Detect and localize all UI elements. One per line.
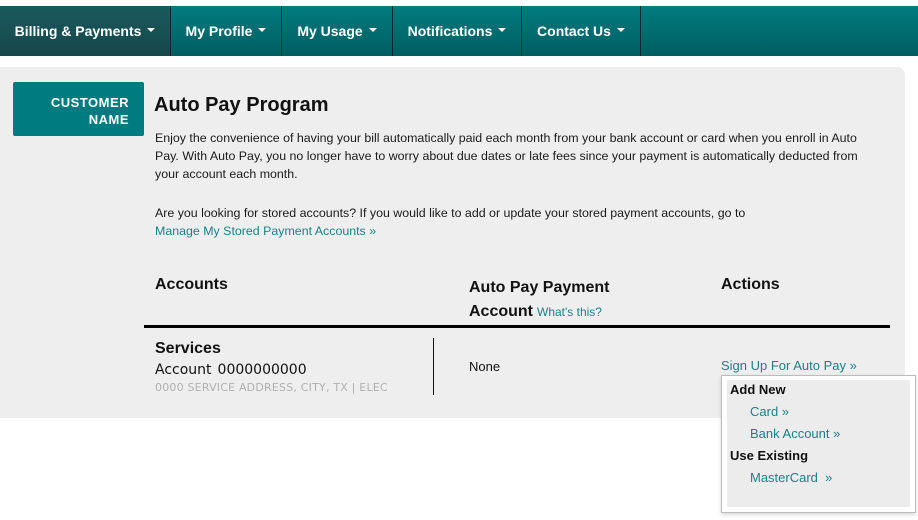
nav-my-profile[interactable]: My Profile xyxy=(171,6,282,56)
customer-name-line2: NAME xyxy=(88,112,129,127)
customer-name-line1: CUSTOMER xyxy=(50,95,129,110)
nav-label: Billing & Payments xyxy=(14,23,142,39)
caret-down-icon xyxy=(368,28,377,32)
header-actions: Actions xyxy=(721,276,780,293)
header-autopay-account: Auto Pay Payment Account What's this? xyxy=(469,276,609,324)
caret-down-icon xyxy=(616,28,625,32)
page-title: Auto Pay Program xyxy=(154,94,329,116)
add-new-heading: Add New xyxy=(730,382,786,397)
autopay-options-dropdown: Add New Card » Bank Account » Use Existi… xyxy=(721,375,916,513)
nav-notifications[interactable]: Notifications xyxy=(393,6,522,56)
service-address: 0000 SERVICE ADDRESS, CITY, TX | ELEC xyxy=(155,381,388,394)
column-divider xyxy=(433,338,434,395)
header-accounts: Accounts xyxy=(155,276,228,293)
stored-accounts-text: Are you looking for stored accounts? If … xyxy=(155,206,746,220)
existing-mastercard-link[interactable]: MasterCard » xyxy=(750,470,832,485)
stored-accounts-section: Are you looking for stored accounts? If … xyxy=(155,204,875,240)
header-autopay-line2: Account xyxy=(469,303,533,320)
account-number: Account 0000000000 xyxy=(155,362,307,378)
nav-label: My Usage xyxy=(297,23,363,39)
nav-my-usage[interactable]: My Usage xyxy=(282,6,393,56)
main-nav: Billing & Payments My Profile My Usage N… xyxy=(0,6,918,56)
use-existing-heading: Use Existing xyxy=(730,448,809,463)
whats-this-link[interactable]: What's this? xyxy=(537,305,602,319)
nav-label: Notifications xyxy=(407,23,493,39)
service-title: Services xyxy=(155,340,221,357)
add-bank-account-link[interactable]: Bank Account » xyxy=(750,426,840,441)
nav-label: My Profile xyxy=(185,23,253,39)
manage-stored-accounts-link[interactable]: Manage My Stored Payment Accounts » xyxy=(155,224,376,238)
caret-down-icon xyxy=(147,28,156,32)
dropdown-body: Add New Card » Bank Account » Use Existi… xyxy=(727,380,910,507)
account-number-value: 0000000000 xyxy=(217,362,307,378)
header-autopay-line1: Auto Pay Payment xyxy=(469,279,610,296)
caret-down-icon xyxy=(498,28,507,32)
caret-down-icon xyxy=(258,28,267,32)
nav-label: Contact Us xyxy=(537,23,611,39)
nav-contact-us[interactable]: Contact Us xyxy=(522,6,641,56)
account-label: Account xyxy=(155,362,212,378)
table-header-divider xyxy=(144,325,890,328)
intro-text: Enjoy the convenience of having your bil… xyxy=(155,131,858,181)
customer-name-badge: CUSTOMER NAME xyxy=(13,82,144,136)
nav-billing-payments[interactable]: Billing & Payments xyxy=(0,6,171,56)
add-card-link[interactable]: Card » xyxy=(750,404,789,419)
sign-up-autopay-link[interactable]: Sign Up For Auto Pay » xyxy=(721,358,857,373)
autopay-account-value: None xyxy=(469,359,501,374)
